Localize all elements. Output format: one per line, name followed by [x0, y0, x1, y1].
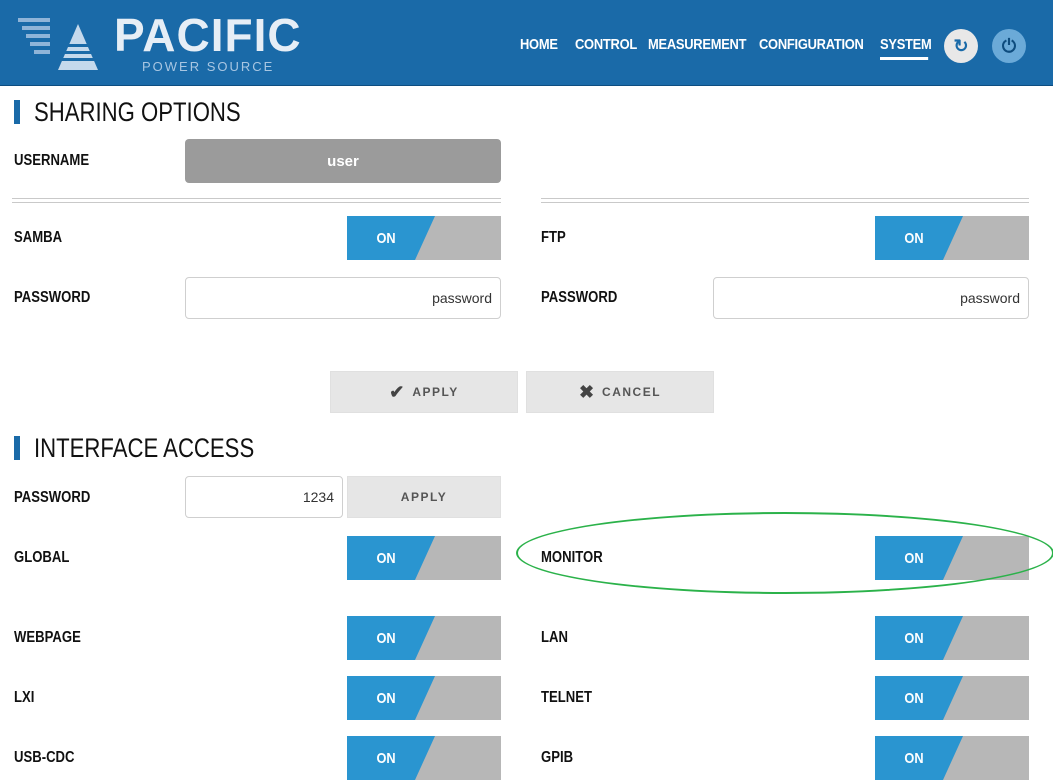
username-label: USERNAME: [14, 152, 90, 169]
nav-measurement[interactable]: MEASUREMENT: [648, 36, 746, 60]
samba-toggle[interactable]: ON: [347, 216, 501, 260]
brand-logo: PACIFIC POWER SOURCE: [18, 10, 301, 76]
gpib-label: GPIB: [541, 749, 574, 766]
global-toggle[interactable]: ON: [347, 536, 501, 580]
telnet-label: TELNET: [541, 689, 593, 706]
refresh-button[interactable]: ↻: [944, 29, 978, 63]
interface-password-input[interactable]: [185, 476, 343, 518]
divider-left: [12, 198, 501, 203]
nav-configuration[interactable]: CONFIGURATION: [759, 36, 864, 60]
lan-toggle[interactable]: ON: [875, 616, 1029, 660]
username-field: user: [185, 139, 501, 183]
power-button[interactable]: ⏻: [992, 29, 1026, 63]
ftp-label: FTP: [541, 229, 566, 246]
check-icon: ✔: [389, 381, 405, 402]
lxi-toggle[interactable]: ON: [347, 676, 501, 720]
brand-subtitle: POWER SOURCE: [142, 59, 275, 74]
ftp-password-label: PASSWORD: [541, 289, 618, 306]
power-icon: ⏻: [1001, 35, 1017, 56]
brand-title: PACIFIC: [114, 9, 302, 61]
samba-label: SAMBA: [14, 229, 63, 246]
top-bar: PACIFIC POWER SOURCE HOME CONTROL MEASUR…: [0, 0, 1053, 86]
sharing-apply-button[interactable]: ✔ APPLY: [330, 371, 518, 413]
close-icon: ✖: [578, 381, 595, 402]
ftp-toggle[interactable]: ON: [875, 216, 1029, 260]
logo-mark-icon: [18, 18, 98, 70]
usbcdc-label: USB-CDC: [14, 749, 75, 766]
sharing-options-heading: SHARING OPTIONS: [14, 96, 286, 128]
global-label: GLOBAL: [14, 549, 70, 566]
interface-access-heading: INTERFACE ACCESS: [14, 432, 303, 464]
lxi-label: LXI: [14, 689, 35, 706]
nav-control[interactable]: CONTROL: [575, 36, 637, 60]
section-marker: [14, 100, 20, 124]
lan-label: LAN: [541, 629, 568, 646]
section-marker: [14, 436, 20, 460]
interface-password-label: PASSWORD: [14, 489, 91, 506]
ftp-password-input[interactable]: [713, 277, 1029, 319]
samba-password-label: PASSWORD: [14, 289, 91, 306]
main-nav: HOME CONTROL MEASUREMENT CONFIGURATION S…: [520, 36, 936, 60]
monitor-highlight-ellipse: [516, 512, 1053, 594]
sharing-cancel-button[interactable]: ✖ CANCEL: [526, 371, 714, 413]
gpib-toggle[interactable]: ON: [875, 736, 1029, 780]
webpage-label: WEBPAGE: [14, 629, 81, 646]
samba-password-input[interactable]: [185, 277, 501, 319]
usbcdc-toggle[interactable]: ON: [347, 736, 501, 780]
interface-apply-button[interactable]: APPLY: [347, 476, 501, 518]
telnet-toggle[interactable]: ON: [875, 676, 1029, 720]
webpage-toggle[interactable]: ON: [347, 616, 501, 660]
refresh-icon: ↻: [953, 35, 969, 56]
nav-home[interactable]: HOME: [520, 36, 561, 60]
divider-right: [541, 198, 1029, 203]
nav-system[interactable]: SYSTEM: [880, 36, 932, 60]
